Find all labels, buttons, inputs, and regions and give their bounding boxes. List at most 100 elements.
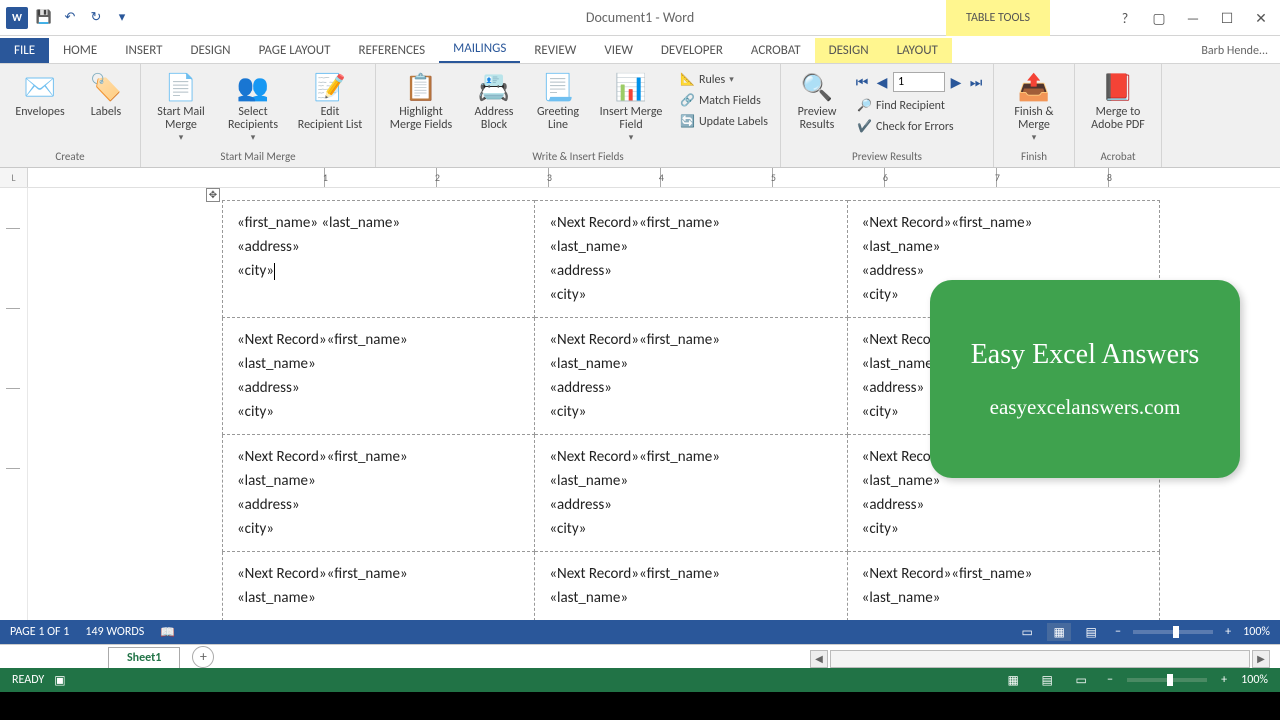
label-cell[interactable]: «Next Record»«first_name» «last_name» (223, 552, 535, 621)
new-sheet-icon[interactable]: + (192, 646, 214, 668)
scroll-left-icon[interactable]: ◀ (810, 650, 828, 668)
prev-record-icon[interactable]: ◀ (873, 74, 891, 91)
merge-field-line: «address» (237, 235, 520, 259)
zoom-in-icon[interactable]: + (1221, 625, 1235, 639)
page-layout-view-icon[interactable]: ▤ (1035, 671, 1059, 689)
greeting-line-button[interactable]: 📃Greeting Line (530, 68, 586, 134)
labels-button[interactable]: 🏷️Labels (80, 68, 132, 121)
page-break-view-icon[interactable]: ▭ (1069, 671, 1093, 689)
first-record-icon[interactable]: ⏮ (853, 74, 871, 91)
tab-references[interactable]: REFERENCES (344, 38, 439, 63)
label-cell[interactable]: «first_name» «last_name» «address» «city… (223, 201, 535, 318)
close-icon[interactable]: ✕ (1248, 8, 1274, 28)
tab-developer[interactable]: DEVELOPER (647, 38, 737, 63)
match-fields-button[interactable]: 🔗Match Fields (676, 91, 772, 110)
minimize-icon[interactable]: — (1180, 8, 1206, 28)
read-mode-icon[interactable]: ▭ (1015, 623, 1039, 641)
tab-insert[interactable]: INSERT (111, 38, 176, 63)
zoom-level[interactable]: 100% (1243, 625, 1270, 639)
tab-view[interactable]: VIEW (590, 38, 647, 63)
merge-field-line: «Next Record»«first_name» (237, 445, 520, 469)
check-errors-button[interactable]: ✔️Check for Errors (853, 117, 985, 136)
horizontal-ruler[interactable]: L (0, 168, 1280, 188)
merge-field-line: «address» (549, 376, 832, 400)
envelopes-button[interactable]: ✉️Envelopes (8, 68, 72, 121)
label-cell[interactable]: «Next Record»«first_name» «last_name» (847, 552, 1159, 621)
tab-design[interactable]: DESIGN (177, 38, 245, 63)
label-cell[interactable]: «Next Record»«first_name» «last_name» (535, 552, 847, 621)
tab-table-design[interactable]: DESIGN (815, 38, 883, 63)
rules-button[interactable]: 📐Rules (676, 70, 772, 89)
redo-icon[interactable]: ↻ (86, 8, 106, 28)
macro-record-icon[interactable]: ▣ (54, 673, 65, 688)
user-name[interactable]: Barb Hende... (1189, 39, 1280, 63)
tab-page-layout[interactable]: PAGE LAYOUT (245, 38, 345, 63)
vertical-ruler[interactable] (0, 188, 28, 630)
start-mail-merge-button[interactable]: 📄Start Mail Merge (149, 68, 213, 145)
merge-field-line: «Next Record»«first_name» (549, 562, 832, 586)
restore-icon[interactable]: ☐ (1214, 8, 1240, 28)
preview-results-button[interactable]: 🔍Preview Results (789, 68, 845, 134)
ribbon-display-icon[interactable]: ▢ (1146, 8, 1172, 28)
tab-acrobat[interactable]: ACROBAT (737, 38, 815, 63)
merge-field-line: «city» (862, 517, 1145, 541)
select-recipients-button[interactable]: 👥Select Recipients (221, 68, 285, 145)
group-finish-label: Finish (1002, 148, 1066, 165)
merge-field-line: «address» (237, 493, 520, 517)
help-icon[interactable]: ? (1112, 8, 1138, 28)
label-cell[interactable]: «Next Record»«first_name» «last_name» «a… (535, 201, 847, 318)
excel-zoom-slider[interactable] (1127, 678, 1207, 682)
find-recipient-button[interactable]: 🔎Find Recipient (853, 96, 985, 115)
page-indicator[interactable]: PAGE 1 OF 1 (10, 625, 69, 639)
excel-zoom-out-icon[interactable]: − (1103, 673, 1117, 687)
print-layout-icon[interactable]: ▦ (1047, 623, 1071, 641)
excel-zoom-in-icon[interactable]: + (1217, 673, 1231, 687)
qat-customize-icon[interactable]: ▾ (112, 8, 132, 28)
merge-field-line: «city» (237, 259, 520, 283)
window-title: Document1 - Word (586, 9, 694, 26)
last-record-icon[interactable]: ⏭ (967, 74, 985, 91)
tab-mailings[interactable]: MAILINGS (439, 36, 520, 63)
group-create-label: Create (8, 148, 132, 165)
letterbox-bar (0, 692, 1280, 720)
next-record-icon[interactable]: ▶ (947, 74, 965, 91)
tab-review[interactable]: REVIEW (520, 38, 590, 63)
horizontal-scrollbar[interactable] (830, 650, 1250, 668)
zoom-slider[interactable] (1133, 630, 1213, 634)
tab-home[interactable]: HOME (49, 38, 111, 63)
label-cell[interactable]: «Next Record»«first_name» «last_name» «a… (223, 435, 535, 552)
overlay-title: Easy Excel Answers (971, 339, 1200, 371)
zoom-out-icon[interactable]: − (1111, 625, 1125, 639)
address-block-button[interactable]: 📇Address Block (466, 68, 522, 134)
insert-merge-field-button[interactable]: 📊Insert Merge Field (594, 68, 668, 145)
highlight-merge-fields-button[interactable]: 📋Highlight Merge Fields (384, 68, 458, 134)
scroll-right-icon[interactable]: ▶ (1252, 650, 1270, 668)
excel-zoom-level[interactable]: 100% (1241, 673, 1268, 687)
merge-field-line: «Next Record»«first_name» (862, 211, 1145, 235)
proofing-icon[interactable]: 📖 (160, 625, 175, 640)
update-labels-button[interactable]: 🔄Update Labels (676, 112, 772, 131)
word-app-icon: W (6, 7, 28, 29)
tab-file[interactable]: FILE (0, 38, 49, 63)
sheet-tab[interactable]: Sheet1 (108, 647, 180, 668)
table-tools-contextual-label: TABLE TOOLS (946, 0, 1050, 36)
web-layout-icon[interactable]: ▤ (1079, 623, 1103, 641)
edit-recipient-list-button[interactable]: 📝Edit Recipient List (293, 68, 367, 134)
finish-merge-button[interactable]: 📤Finish & Merge (1002, 68, 1066, 145)
undo-icon[interactable]: ↶ (60, 8, 80, 28)
merge-to-pdf-button[interactable]: 📕Merge to Adobe PDF (1083, 68, 1153, 134)
table-move-handle-icon[interactable]: ✥ (206, 188, 220, 202)
label-cell[interactable]: «Next Record»«first_name» «last_name» «a… (535, 435, 847, 552)
merge-field-line: «Next Record»«first_name» (549, 211, 832, 235)
record-number-input[interactable] (893, 72, 945, 92)
word-count[interactable]: 149 WORDS (85, 625, 144, 639)
merge-field-line: «address» (549, 259, 832, 283)
normal-view-icon[interactable]: ▦ (1001, 671, 1025, 689)
merge-field-line: «first_name» «last_name» (237, 211, 520, 235)
label-cell[interactable]: «Next Record»«first_name» «last_name» «a… (223, 318, 535, 435)
group-start-mail-merge: 📄Start Mail Merge 👥Select Recipients 📝Ed… (141, 64, 376, 167)
tab-table-layout[interactable]: LAYOUT (883, 38, 952, 63)
save-icon[interactable]: 💾 (34, 8, 54, 28)
merge-field-line: «last_name» (237, 586, 520, 610)
label-cell[interactable]: «Next Record»«first_name» «last_name» «a… (535, 318, 847, 435)
